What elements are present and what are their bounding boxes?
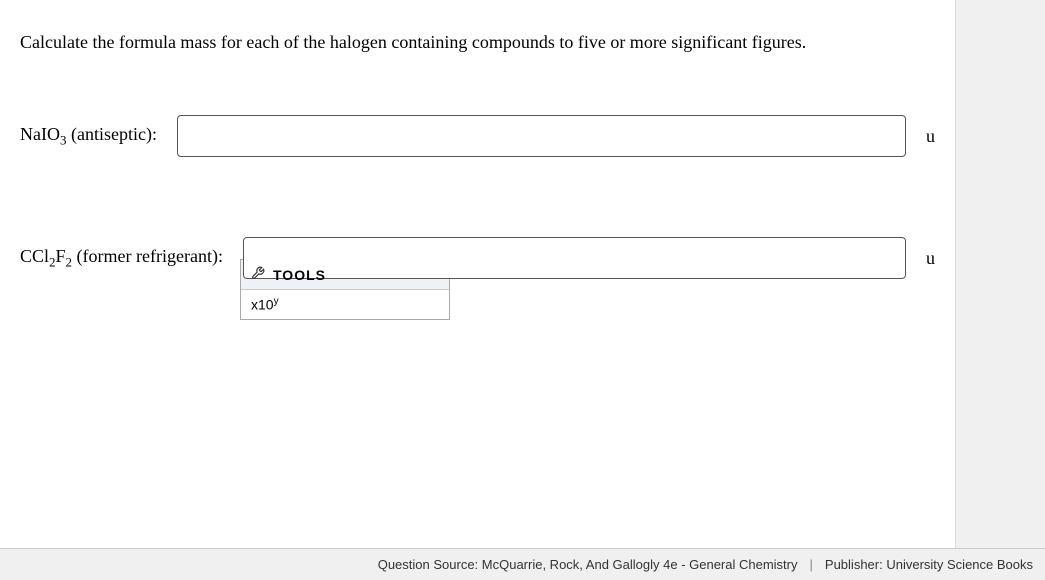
compound-label-naio3: NaIO3 (antiseptic):	[20, 124, 157, 149]
publisher-info: Publisher: University Science Books	[825, 557, 1033, 572]
tools-header-label: TOOLS	[273, 267, 326, 283]
input-row-naio3: NaIO3 (antiseptic): u	[20, 115, 935, 157]
answer-input-ccl2f2[interactable]	[243, 237, 906, 279]
unit-label-naio3: u	[926, 126, 935, 147]
input-row-ccl2f2: CCl2F2 (former refrigerant): u	[20, 237, 935, 279]
unit-label-ccl2f2: u	[926, 248, 935, 269]
compound-label-ccl2f2: CCl2F2 (former refrigerant):	[20, 246, 223, 271]
footer-bar: Question Source: McQuarrie, Rock, And Ga…	[0, 548, 1045, 580]
answer-input-naio3[interactable]	[177, 115, 906, 157]
tools-exponent-button[interactable]: x10y	[241, 290, 449, 319]
footer-divider: |	[810, 557, 813, 572]
question-source: Question Source: McQuarrie, Rock, And Ga…	[378, 557, 798, 572]
question-prompt: Calculate the formula mass for each of t…	[20, 30, 935, 55]
question-content: Calculate the formula mass for each of t…	[0, 0, 956, 548]
tools-icon	[251, 266, 265, 283]
